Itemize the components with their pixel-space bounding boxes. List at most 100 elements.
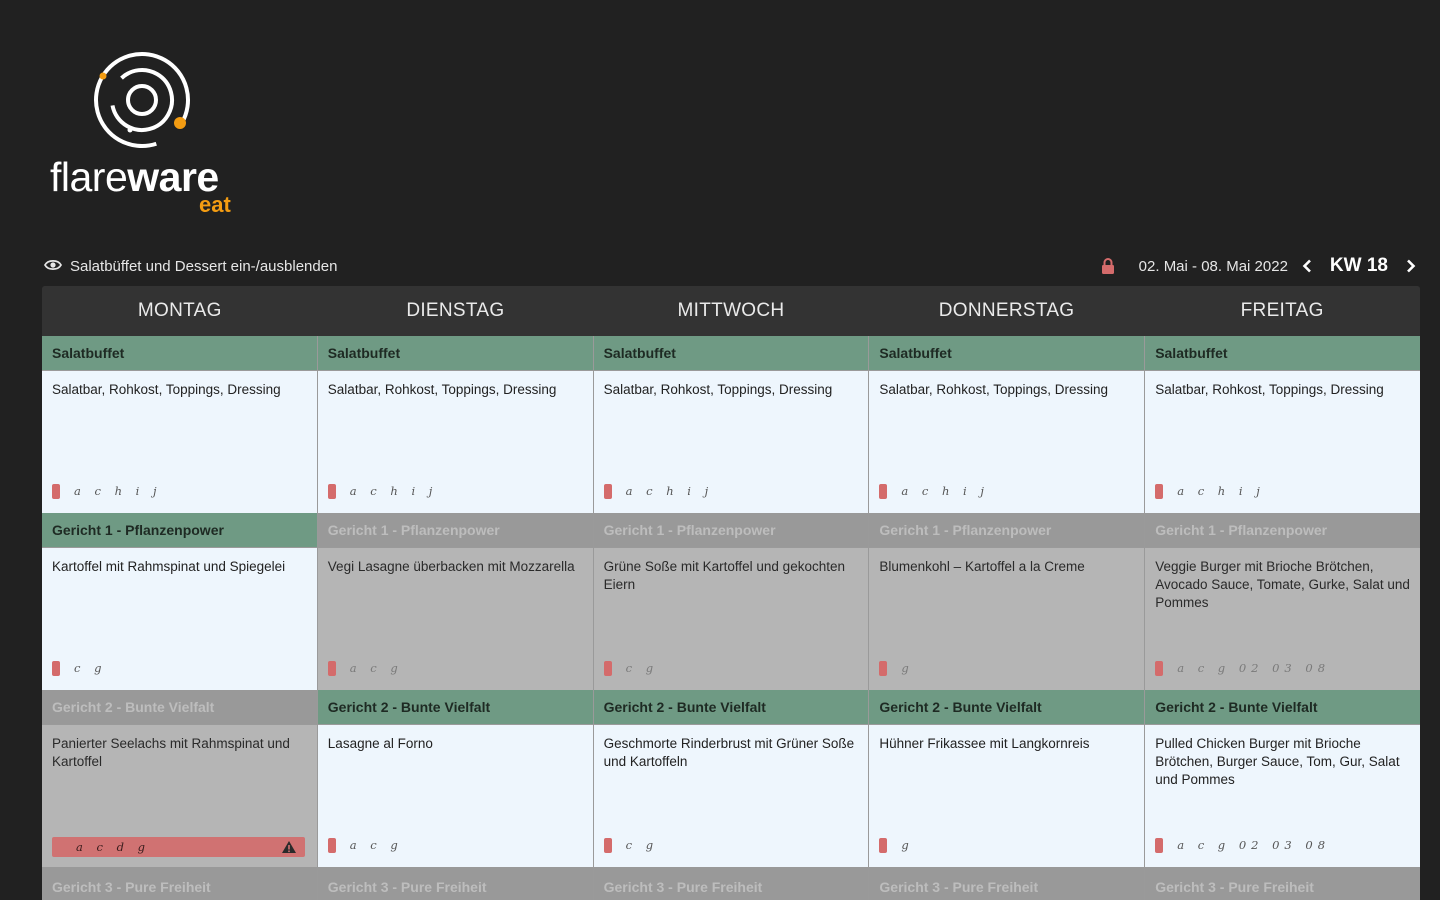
menu-cell-tuesday[interactable]: Gericht 3 - Pure Freiheit bbox=[317, 867, 594, 900]
dish-category-title: Gericht 2 - Bunte Vielfalt bbox=[593, 690, 869, 725]
menu-row: Gericht 2 - Bunte Vielfalt Panierter Seel… bbox=[42, 690, 1420, 867]
dish-description: Pulled Chicken Burger mit Brioche Brötch… bbox=[1155, 736, 1400, 787]
allergen-codes: a c h i j bbox=[349, 484, 438, 498]
menu-cell-tuesday[interactable]: Gericht 2 - Bunte Vielfalt Lasagne al For… bbox=[317, 690, 594, 867]
dish-category-title: Salatbuffet bbox=[593, 336, 869, 371]
menu-grid: MONTAG DIENSTAG MITTWOCH DONNERSTAG FREI… bbox=[42, 286, 1420, 900]
day-monday: MONTAG bbox=[137, 300, 222, 321]
menu-cell-wednesday[interactable]: Salatbuffet Salatbar, Rohkost, Toppings, … bbox=[593, 336, 870, 513]
dish-category-title: Gericht 3 - Pure Freiheit bbox=[42, 867, 317, 900]
date-range: 02. Mai - 08. Mai 2022 bbox=[1138, 257, 1288, 275]
dish-body: Blumenkohl – Kartoffel a la Creme g bbox=[869, 548, 1145, 690]
toggle-label: Salatbüffet und Dessert ein-/ausblenden bbox=[70, 257, 338, 275]
dish-category-title: Gericht 2 - Bunte Vielfalt bbox=[1145, 690, 1420, 725]
dish-description: Blumenkohl – Kartoffel a la Creme bbox=[879, 559, 1085, 574]
menu-cell-friday[interactable]: Gericht 3 - Pure Freiheit bbox=[1145, 867, 1420, 900]
allergen-row[interactable]: a c h i j bbox=[52, 483, 305, 499]
allergen-row[interactable]: a c g bbox=[327, 837, 581, 853]
day-thursday: DONNERSTAG bbox=[938, 300, 1075, 321]
dish-category-title: Gericht 3 - Pure Freiheit bbox=[1145, 867, 1420, 900]
allergen-marker bbox=[879, 660, 888, 676]
chevron-left-icon[interactable] bbox=[1298, 259, 1316, 273]
allergen-marker bbox=[327, 837, 336, 853]
dish-category-title: Gericht 2 - Bunte Vielfalt bbox=[42, 690, 317, 725]
dish-description: Salatbar, Rohkost, Toppings, Dressing bbox=[1155, 382, 1384, 397]
lock-icon[interactable] bbox=[1101, 257, 1115, 275]
dish-body: Grüne Soße mit Kartoffel und gekochten E… bbox=[593, 548, 869, 690]
menu-cell-monday[interactable]: Salatbuffet Salatbar, Rohkost, Toppings, … bbox=[42, 336, 318, 513]
dish-body: Geschmorte Rinderbrust mit Grüner Soße u… bbox=[593, 725, 869, 867]
dish-description: Grüne Soße mit Kartoffel und gekochten E… bbox=[603, 559, 845, 592]
chevron-right-icon[interactable] bbox=[1402, 259, 1420, 273]
dish-body: Salatbar, Rohkost, Toppings, Dressing a c… bbox=[42, 371, 317, 513]
dish-category-title: Gericht 3 - Pure Freiheit bbox=[317, 867, 593, 900]
allergen-row[interactable]: a c h i j bbox=[327, 483, 581, 499]
menu-cell-thursday[interactable]: Salatbuffet Salatbar, Rohkost, Toppings, … bbox=[869, 336, 1146, 513]
menu-cell-monday[interactable]: Gericht 2 - Bunte Vielfalt Panierter Seel… bbox=[42, 690, 318, 867]
allergen-codes: a c d g bbox=[76, 840, 150, 854]
allergen-row[interactable]: a c g 02 03 08 bbox=[1155, 660, 1408, 676]
allergen-row[interactable]: a c g 02 03 08 bbox=[1155, 837, 1408, 853]
dish-description: Salatbar, Rohkost, Toppings, Dressing bbox=[603, 382, 833, 397]
dish-category-title: Salatbuffet bbox=[42, 336, 317, 371]
allergen-row[interactable]: c g bbox=[52, 660, 305, 676]
allergen-codes: a c h i j bbox=[625, 484, 714, 498]
dish-category-title: Salatbuffet bbox=[869, 336, 1145, 371]
allergen-marker bbox=[52, 660, 60, 676]
dish-category-title: Gericht 3 - Pure Freiheit bbox=[869, 867, 1145, 900]
menu-row: Gericht 1 - Pflanzenpower Kartoffel mit R… bbox=[42, 513, 1420, 690]
menu-cell-thursday[interactable]: Gericht 2 - Bunte Vielfalt Hühner Frikass… bbox=[869, 690, 1146, 867]
menu-cell-friday[interactable]: Salatbuffet Salatbar, Rohkost, Toppings, … bbox=[1145, 336, 1420, 513]
allergen-codes: a c g bbox=[349, 838, 403, 852]
menu-row: Salatbuffet Salatbar, Rohkost, Toppings, … bbox=[42, 336, 1420, 513]
allergen-row[interactable]: g bbox=[879, 660, 1132, 676]
menu-cell-tuesday[interactable]: Salatbuffet Salatbar, Rohkost, Toppings, … bbox=[317, 336, 594, 513]
allergen-marker bbox=[603, 837, 612, 853]
day-wednesday: MITTWOCH bbox=[677, 300, 785, 321]
dish-description: Veggie Burger mit Brioche Brötchen, Avoc… bbox=[1155, 559, 1410, 610]
allergen-marker bbox=[1155, 660, 1164, 676]
allergen-row[interactable]: c g bbox=[603, 660, 857, 676]
toggle-salad-dessert-button[interactable]: Salatbüffet und Dessert ein-/ausblenden bbox=[43, 256, 338, 276]
menu-cell-friday[interactable]: Gericht 1 - Pflanzenpower Veggie Burger m… bbox=[1145, 513, 1420, 690]
dish-category-title: Gericht 1 - Pflanzenpower bbox=[869, 513, 1145, 548]
allergen-codes: a c h i j bbox=[74, 484, 162, 498]
dish-description: Salatbar, Rohkost, Toppings, Dressing bbox=[52, 382, 281, 397]
allergen-row[interactable]: a c g bbox=[327, 660, 581, 676]
menu-cell-monday[interactable]: Gericht 3 - Pure Freiheit bbox=[42, 867, 318, 900]
allergen-marker bbox=[327, 660, 336, 676]
menu-cell-monday[interactable]: Gericht 1 - Pflanzenpower Kartoffel mit R… bbox=[42, 513, 318, 690]
menu-cell-thursday[interactable]: Gericht 3 - Pure Freiheit bbox=[869, 867, 1146, 900]
allergen-row[interactable]: a c d g bbox=[52, 837, 305, 857]
menu-cell-wednesday[interactable]: Gericht 1 - Pflanzenpower Grüne Soße mit … bbox=[593, 513, 870, 690]
menu-cell-wednesday[interactable]: Gericht 2 - Bunte Vielfalt Geschmorte Rin… bbox=[593, 690, 870, 867]
dish-body: Vegi Lasagne überbacken mit Mozzarella a … bbox=[317, 548, 593, 690]
allergen-row[interactable]: a c h i j bbox=[1155, 483, 1408, 499]
allergen-marker bbox=[603, 660, 612, 676]
menu-cell-thursday[interactable]: Gericht 1 - Pflanzenpower Blumenkohl – Ka… bbox=[869, 513, 1146, 690]
dish-body: Salatbar, Rohkost, Toppings, Dressing a c… bbox=[317, 371, 593, 513]
menu-row: Gericht 3 - Pure Freiheit Gericht 3 - Pur… bbox=[42, 867, 1420, 900]
dish-description: Hühner Frikassee mit Langkornreis bbox=[879, 736, 1090, 751]
allergen-marker bbox=[52, 483, 60, 499]
allergen-codes: c g bbox=[625, 661, 659, 675]
dish-category-title: Gericht 2 - Bunte Vielfalt bbox=[317, 690, 593, 725]
dish-description: Panierter Seelachs mit Rahmspinat und Ka… bbox=[52, 736, 290, 769]
wordmark-sub: eat bbox=[199, 192, 231, 217]
allergen-codes: c g bbox=[74, 661, 107, 675]
allergen-row[interactable]: c g bbox=[603, 837, 857, 853]
menu-cell-tuesday[interactable]: Gericht 1 - Pflanzenpower Vegi Lasagne üb… bbox=[317, 513, 594, 690]
allergen-codes: a c h i j bbox=[901, 484, 989, 498]
menu-cell-friday[interactable]: Gericht 2 - Bunte Vielfalt Pulled Chicken… bbox=[1145, 690, 1420, 867]
day-friday: FREITAG bbox=[1240, 300, 1324, 321]
dish-category-title: Gericht 1 - Pflanzenpower bbox=[593, 513, 869, 548]
allergen-marker bbox=[879, 483, 888, 499]
eye-icon bbox=[43, 258, 63, 275]
dish-description: Salatbar, Rohkost, Toppings, Dressing bbox=[327, 382, 557, 397]
allergen-row[interactable]: a c h i j bbox=[603, 483, 857, 499]
allergen-row[interactable]: a c h i j bbox=[879, 483, 1132, 499]
allergen-row[interactable]: g bbox=[879, 837, 1132, 853]
dish-category-title: Gericht 1 - Pflanzenpower bbox=[317, 513, 593, 548]
menu-cell-wednesday[interactable]: Gericht 3 - Pure Freiheit bbox=[593, 867, 870, 900]
allergen-marker bbox=[327, 483, 336, 499]
